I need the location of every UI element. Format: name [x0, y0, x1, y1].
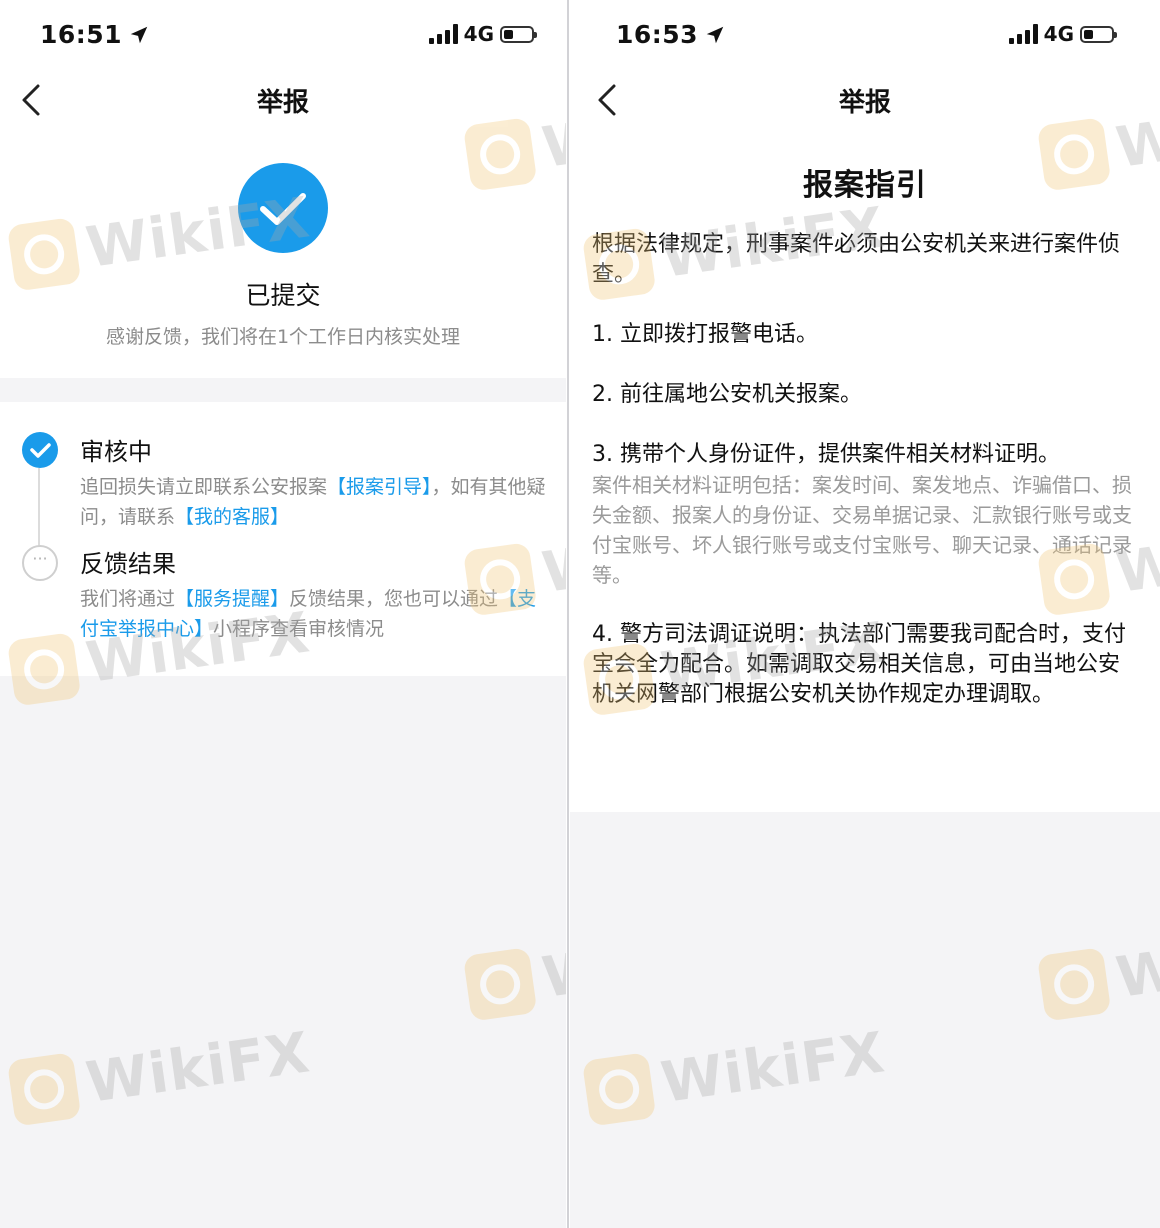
my-service-link[interactable]: 【我的客服】 — [175, 506, 289, 528]
wikifx-logo-icon — [462, 947, 538, 1022]
result-card: 16:51 4G 举报 已提交 感谢反馈，我们将在1个工作日内核实处理 — [0, 0, 566, 378]
step-feedback-desc: 我们将通过【服务提醒】反馈结果，您也可以通过【支付宝举报中心】小程序查看审核情况 — [80, 588, 537, 640]
battery-icon — [1080, 25, 1117, 43]
watermark: WikiFX — [581, 1019, 889, 1127]
checkmark-icon — [30, 443, 51, 458]
nav-bar: 举报 — [570, 70, 1160, 130]
watermark: WikiFX — [462, 914, 566, 1022]
step-connector — [38, 468, 40, 548]
service-reminder-link[interactable]: 【服务提醒】 — [175, 588, 289, 610]
step-feedback-title: 反馈结果 — [80, 550, 176, 578]
status-bar: 16:53 4G — [570, 0, 1160, 70]
guide-intro: 根据法律规定，刑事案件必须由公安机关来进行案件侦查。 — [592, 232, 1121, 287]
nav-bar: 举报 — [0, 70, 566, 130]
watermark: WikiFX — [1036, 914, 1160, 1022]
submitted-description: 感谢反馈，我们将在1个工作日内核实处理 — [105, 326, 461, 348]
step-reviewing-desc: 追回损失请立即联系公安报案【报案引导】，如有其他疑问，请联系【我的客服】 — [80, 476, 546, 528]
page-title: 举报 — [838, 88, 891, 118]
signal-icon — [428, 24, 458, 44]
signal-icon — [1008, 24, 1038, 44]
network-type: 4G — [1043, 22, 1074, 46]
checkmark-icon — [260, 193, 306, 225]
guide-item-1: 1. 立即拨打报警电话。 — [592, 322, 818, 347]
battery-icon — [500, 25, 537, 43]
step-reviewing-title: 审核中 — [80, 438, 152, 466]
guide-item-4: 4. 警方司法调证说明：执法部门需要我司配合时，支付宝会全力配合。如需调取交易相… — [592, 622, 1126, 707]
more-dots-icon: ··· — [22, 545, 58, 581]
right-phone-screen: 16:53 4G 举报 报案指引 根据法律规定，刑事案件必须由公安机关来进行案件… — [570, 0, 1160, 1228]
report-guide-link[interactable]: 【报案引导】 — [327, 476, 432, 498]
step-complete-icon — [22, 432, 58, 468]
status-bar: 16:51 4G — [0, 0, 566, 70]
success-badge — [238, 163, 328, 253]
location-arrow-icon — [130, 26, 148, 44]
guide-title: 报案指引 — [803, 168, 927, 203]
wikifx-logo-icon — [581, 1052, 657, 1127]
guide-item-2: 2. 前往属地公安机关报案。 — [592, 382, 862, 407]
watermark: WikiFX — [6, 1019, 314, 1127]
network-type: 4G — [463, 22, 494, 46]
guide-item-3: 3. 携带个人身份证件，提供案件相关材料证明。 — [592, 442, 1060, 467]
guide-card: 16:53 4G 举报 报案指引 根据法律规定，刑事案件必须由公安机关来进行案件… — [570, 0, 1160, 812]
wikifx-logo-icon — [1036, 947, 1112, 1022]
progress-steps-card: 审核中 追回损失请立即联系公安报案【报案引导】，如有其他疑问，请联系【我的客服】… — [0, 402, 566, 676]
wikifx-logo-icon — [6, 1052, 82, 1127]
status-time: 16:53 — [616, 20, 699, 49]
page-title: 举报 — [256, 88, 309, 118]
submitted-title: 已提交 — [245, 281, 321, 310]
left-phone-screen: 16:51 4G 举报 已提交 感谢反馈，我们将在1个工作日内核实处理 审核中 … — [0, 0, 566, 1228]
location-arrow-icon — [706, 26, 724, 44]
guide-item-3-note: 案件相关材料证明包括：案发时间、案发地点、诈骗借口、损失金额、报案人的身份证、交… — [592, 473, 1132, 587]
status-time: 16:51 — [40, 20, 123, 49]
